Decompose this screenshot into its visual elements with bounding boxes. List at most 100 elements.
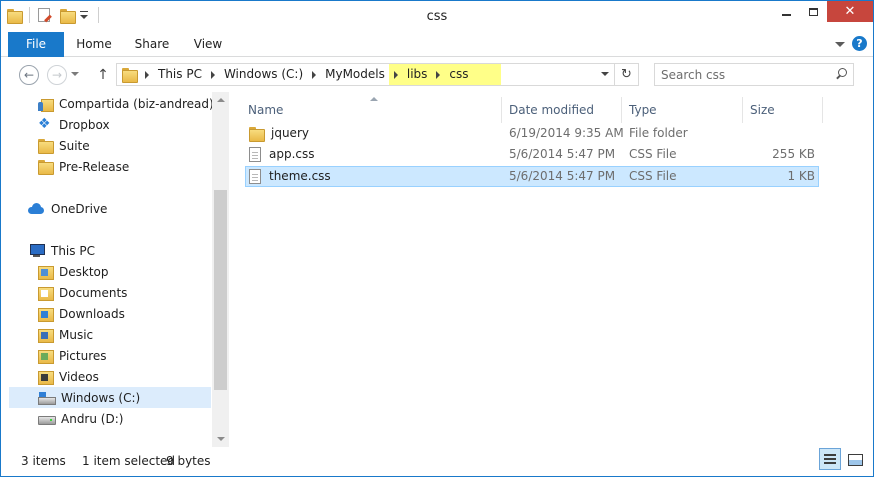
breadcrumb: This PC Windows (C:) MyModels libs css	[117, 64, 501, 85]
dropbox-icon	[38, 116, 52, 132]
address-bar[interactable]: This PC Windows (C:) MyModels libs css	[116, 63, 615, 86]
column-header-type[interactable]: Type	[621, 97, 741, 123]
removable-drive-icon	[38, 413, 56, 425]
nav-item-windows-c[interactable]: Windows (C:)	[9, 387, 211, 408]
column-divider[interactable]	[822, 97, 823, 123]
nav-item-pictures[interactable]: Pictures	[9, 345, 211, 366]
file-row-theme-css[interactable]: theme.css 5/6/2014 5:47 PM CSS File 1 KB	[245, 166, 819, 187]
scroll-down-button[interactable]	[212, 430, 229, 447]
file-list: Name Date modified Type Size jquery 6/19…	[237, 92, 873, 447]
file-date: 6/19/2014 9:35 AM	[509, 126, 624, 140]
folder-icon	[249, 127, 265, 142]
breadcrumb-chevron[interactable]	[140, 64, 154, 85]
breadcrumb-chevron[interactable]	[307, 64, 321, 85]
nav-item-compartida[interactable]: Compartida (biz-andread)	[9, 93, 214, 114]
recent-locations-button[interactable]	[71, 72, 79, 80]
breadcrumb-libs[interactable]: libs	[403, 64, 432, 85]
nav-item-label: Pre-Release	[59, 159, 130, 174]
title-bar: css ✕	[1, 1, 873, 32]
file-name-cell: jquery	[249, 124, 309, 143]
arrow-left-icon: ←	[23, 68, 35, 82]
nav-item-label: This PC	[51, 243, 95, 258]
tab-file[interactable]: File	[8, 32, 64, 57]
nav-pane-scrollbar[interactable]	[212, 92, 229, 447]
nav-item-music[interactable]: Music	[9, 324, 211, 345]
file-type: CSS File	[629, 147, 677, 161]
file-name: jquery	[271, 126, 309, 140]
search-icon[interactable]	[835, 68, 847, 80]
downloads-folder-icon	[38, 307, 54, 322]
file-name-cell: theme.css	[249, 167, 331, 186]
nav-item-label: OneDrive	[51, 201, 108, 216]
nav-item-downloads[interactable]: Downloads	[9, 303, 211, 324]
folder-icon	[38, 139, 54, 154]
details-view-button[interactable]	[819, 448, 841, 470]
scroll-up-button[interactable]	[212, 92, 229, 109]
breadcrumb-css[interactable]: css	[445, 64, 472, 85]
nav-item-this-pc[interactable]: This PC	[9, 240, 211, 261]
documents-folder-icon	[38, 286, 54, 301]
tab-share[interactable]: Share	[129, 32, 175, 57]
nav-item-label: Compartida (biz-andread)	[59, 96, 214, 111]
close-icon: ✕	[844, 4, 856, 19]
breadcrumb-chevron[interactable]	[431, 64, 445, 85]
ribbon-controls: ?	[834, 36, 867, 51]
nav-item-videos[interactable]: Videos	[9, 366, 211, 387]
css-file-icon	[249, 147, 261, 162]
window-title: css	[426, 9, 448, 24]
nav-item-documents[interactable]: Documents	[9, 282, 211, 303]
address-dropdown-button[interactable]	[596, 64, 614, 85]
breadcrumb-mymodels[interactable]: MyModels	[321, 64, 389, 85]
file-name: app.css	[269, 147, 315, 161]
breadcrumb-windows-c[interactable]: Windows (C:)	[220, 64, 307, 85]
file-row-app-css[interactable]: app.css 5/6/2014 5:47 PM CSS File 255 KB	[245, 145, 819, 166]
onedrive-icon	[28, 202, 44, 215]
nav-item-label: Dropbox	[59, 117, 110, 132]
file-row-jquery[interactable]: jquery 6/19/2014 9:35 AM File folder	[245, 124, 819, 145]
nav-item-desktop[interactable]: Desktop	[9, 261, 211, 282]
css-file-icon	[249, 169, 261, 184]
nav-item-andru-d[interactable]: Andru (D:)	[9, 408, 211, 429]
up-button[interactable]: ↑	[96, 66, 110, 84]
file-size: 255 KB	[772, 147, 815, 161]
navigation-bar: ← → ↑ This PC Windows (C:) MyModels libs…	[1, 58, 873, 92]
videos-folder-icon	[38, 370, 54, 385]
tab-view[interactable]: View	[185, 32, 231, 57]
file-date: 5/6/2014 5:47 PM	[509, 147, 616, 161]
nav-item-suite[interactable]: Suite	[9, 135, 211, 156]
nav-item-label: Suite	[59, 138, 90, 153]
help-icon[interactable]: ?	[852, 36, 867, 51]
column-header-label: Name	[248, 103, 284, 117]
tab-home[interactable]: Home	[71, 32, 117, 57]
nav-item-pre-release[interactable]: Pre-Release	[9, 156, 211, 177]
breadcrumb-chevron[interactable]	[206, 64, 220, 85]
nav-item-label: Music	[59, 327, 94, 342]
large-icons-view-button[interactable]	[843, 448, 865, 470]
pictures-folder-icon	[38, 349, 54, 364]
back-button[interactable]: ←	[19, 65, 39, 85]
column-header-size[interactable]: Size	[742, 97, 822, 123]
breadcrumb-this-pc[interactable]: This PC	[154, 64, 206, 85]
folder-icon	[38, 160, 54, 175]
refresh-button[interactable]: ↻	[615, 63, 639, 86]
column-header-name[interactable]: Name	[240, 97, 501, 123]
nav-item-dropbox[interactable]: Dropbox	[9, 114, 211, 135]
file-date: 5/6/2014 5:47 PM	[509, 169, 616, 183]
forward-button[interactable]: →	[47, 65, 67, 85]
arrow-up-icon: ↑	[97, 67, 109, 83]
status-bar: 3 items 1 item selected 9 bytes	[1, 448, 873, 476]
window-controls: ✕	[773, 1, 873, 22]
close-button[interactable]: ✕	[827, 1, 873, 22]
breadcrumb-chevron[interactable]	[389, 64, 403, 85]
maximize-button[interactable]	[800, 1, 827, 22]
search-input[interactable]	[655, 64, 829, 85]
scroll-thumb[interactable]	[214, 190, 227, 390]
nav-item-label: Downloads	[59, 306, 125, 321]
column-header-date[interactable]: Date modified	[501, 97, 621, 123]
file-size: 1 KB	[787, 169, 815, 183]
ribbon: File Home Share View ?	[1, 32, 873, 57]
search-box[interactable]	[654, 63, 854, 86]
expand-ribbon-icon[interactable]	[834, 39, 845, 49]
minimize-button[interactable]	[773, 1, 800, 22]
nav-item-onedrive[interactable]: OneDrive	[9, 198, 211, 219]
